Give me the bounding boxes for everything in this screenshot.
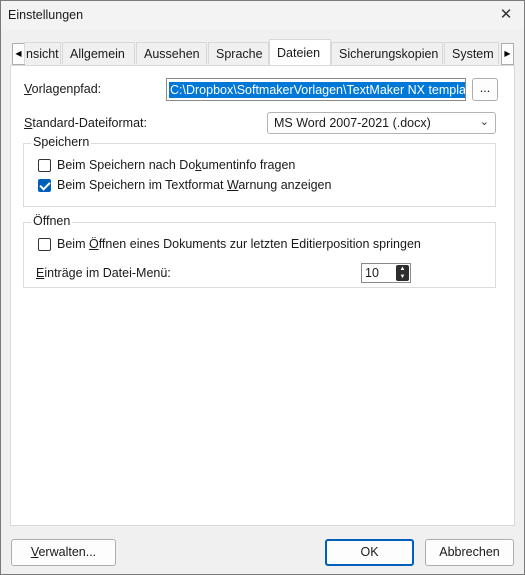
ok-button[interactable]: OK [325,539,414,566]
tab-ansicht[interactable]: nsicht [24,42,61,64]
tab-system[interactable]: System [444,42,499,64]
tab-strip: ◀ nsicht Allgemein Aussehen Sprache Date… [1,39,524,67]
dateien-panel: Vorlagenpfad: C:\Dropbox\SoftmakerVorlag… [10,65,515,526]
settings-dialog: Einstellungen ✕ ◀ nsicht Allgemein Ausse… [0,0,525,575]
tab-sprache[interactable]: Sprache [208,42,269,64]
stepper-down-icon[interactable]: ▼ [396,273,409,281]
manage-button[interactable]: Verwalten... [11,539,116,566]
menu-entries-value: 10 [365,266,379,280]
close-icon[interactable]: ✕ [492,3,520,27]
default-format-select[interactable]: MS Word 2007-2021 (.docx) ⌄ [267,112,496,134]
tab-dateien[interactable]: Dateien [269,39,331,65]
textformat-warning-checkbox[interactable] [38,179,51,192]
ask-docinfo-checkbox[interactable] [38,159,51,172]
stepper-arrows[interactable]: ▲ ▼ [396,265,409,281]
tab-aussehen[interactable]: Aussehen [136,42,207,64]
stepper-up-icon[interactable]: ▲ [396,265,409,273]
dialog-title: Einstellungen [8,8,84,22]
tab-allgemein[interactable]: Allgemein [62,42,135,64]
save-group: Speichern Beim Speichern nach Dokumentin… [23,135,496,207]
open-group-title: Öffnen [31,214,73,228]
title-bar: Einstellungen ✕ [1,1,524,29]
ask-docinfo-label[interactable]: Beim Speichern nach Dokumentinfo fragen [57,158,295,172]
textformat-warning-label[interactable]: Beim Speichern im Textformat Warnung anz… [57,178,331,192]
template-path-label: Vorlagenpfad: [24,82,102,96]
template-path-input[interactable]: C:\Dropbox\SoftmakerVorlagen\TextMaker N… [166,78,466,101]
jump-last-position-checkbox[interactable] [38,238,51,251]
save-group-title: Speichern [31,135,92,149]
tab-sicherungskopien[interactable]: Sicherungskopien [331,42,443,64]
chevron-down-icon: ⌄ [479,116,489,128]
menu-entries-stepper[interactable]: 10 ▲ ▼ [361,263,411,283]
tab-scroll-right-icon[interactable]: ▶ [501,43,514,65]
default-format-value: MS Word 2007-2021 (.docx) [274,116,431,130]
default-format-label: Standard-Dateiformat: [24,116,147,130]
jump-last-position-label[interactable]: Beim Öffnen eines Dokuments zur letzten … [57,237,421,251]
cancel-button[interactable]: Abbrechen [425,539,514,566]
browse-button[interactable]: ... [472,78,498,101]
menu-entries-label: Einträge im Datei-Menü: [36,266,171,280]
